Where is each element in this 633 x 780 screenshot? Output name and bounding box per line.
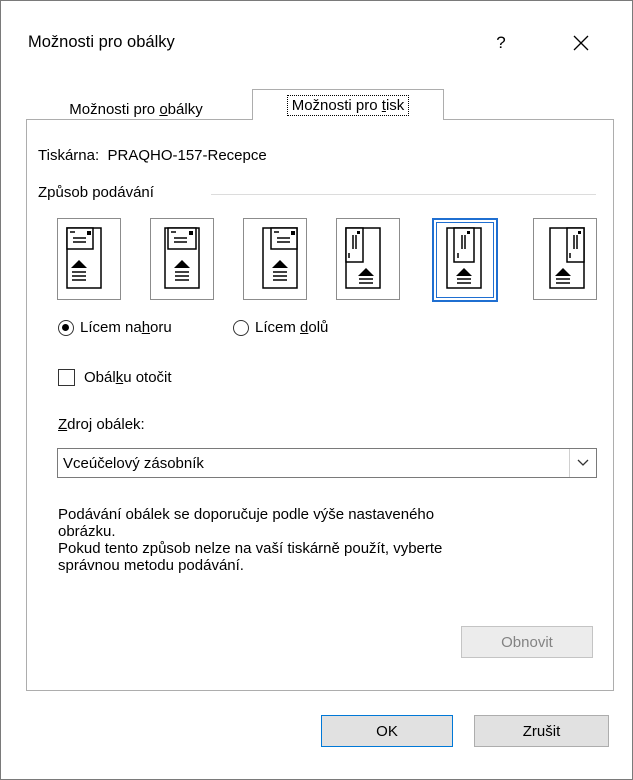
tab-panel <box>26 119 614 691</box>
face-up-label: Lícem nahoru <box>80 319 172 336</box>
feed-vertical-right-icon <box>549 227 585 289</box>
window-title: Možnosti pro obálky <box>28 33 175 51</box>
hint-line: obrázku. <box>58 523 116 540</box>
hint-line: Podávání obálek se doporučuje podle výše… <box>58 506 435 523</box>
help-button[interactable]: ? <box>481 25 521 61</box>
hint-line: správnou metodu podávání. <box>58 557 244 574</box>
help-icon: ? <box>496 33 506 52</box>
close-icon <box>573 35 589 51</box>
tab-printing-options[interactable]: Možnosti pro tisk <box>252 89 444 120</box>
title-bar: Možnosti pro obálky ? <box>1 1 632 81</box>
face-down-label: Lícem dolů <box>255 319 329 336</box>
face-down-radio[interactable]: Lícem dolů <box>233 319 328 336</box>
radio-indicator <box>58 319 74 336</box>
reset-button[interactable]: Obnovit <box>461 626 593 658</box>
feed-option-2[interactable] <box>150 218 214 300</box>
radio-indicator <box>233 319 249 336</box>
close-button[interactable] <box>561 25 601 61</box>
feed-hint-text: Podávání obálek se doporučuje podle výše… <box>58 506 598 574</box>
feed-horizontal-right-icon <box>262 227 298 289</box>
feed-option-6[interactable] <box>533 218 597 300</box>
tab-label: Možnosti pro obálky <box>69 100 203 118</box>
checkbox-indicator <box>58 369 75 386</box>
ok-button[interactable]: OK <box>321 715 453 747</box>
feed-option-1[interactable] <box>57 218 121 300</box>
feed-method-label: Způsob podávání <box>38 184 154 201</box>
envelope-options-dialog: Možnosti pro obálky ? Možnosti pro obálk… <box>0 0 633 780</box>
tab-label: Možnosti pro tisk <box>286 94 410 116</box>
feed-option-5[interactable] <box>432 218 498 302</box>
feed-horizontal-center-icon <box>164 227 200 289</box>
feed-horizontal-left-icon <box>66 227 102 289</box>
feed-option-4[interactable] <box>336 218 400 300</box>
printer-info: Tiskárna: PRAQHO-157-Recepce <box>38 147 267 164</box>
hint-line: Pokud tento způsob nelze na vaší tiskárn… <box>58 540 443 557</box>
chevron-down-icon <box>577 459 589 466</box>
feed-vertical-center-icon <box>446 227 482 289</box>
envelope-source-value: Vceúčelový zásobník <box>63 455 204 472</box>
feed-option-3[interactable] <box>243 218 307 300</box>
rotate-envelope-label: Obálku otočit <box>84 369 172 386</box>
face-up-radio[interactable]: Lícem nahoru <box>58 319 172 336</box>
group-divider <box>211 194 596 195</box>
envelope-source-label: Zdroj obálek: <box>58 416 145 433</box>
rotate-envelope-checkbox[interactable]: Obálku otočit <box>58 369 172 386</box>
cancel-button[interactable]: Zrušit <box>474 715 609 747</box>
envelope-source-select[interactable]: Vceúčelový zásobník <box>57 448 597 478</box>
printer-name: PRAQHO-157-Recepce <box>107 147 267 164</box>
dropdown-button[interactable] <box>569 449 596 477</box>
printer-label: Tiskárna: <box>38 147 100 164</box>
feed-vertical-left-icon <box>345 227 381 289</box>
